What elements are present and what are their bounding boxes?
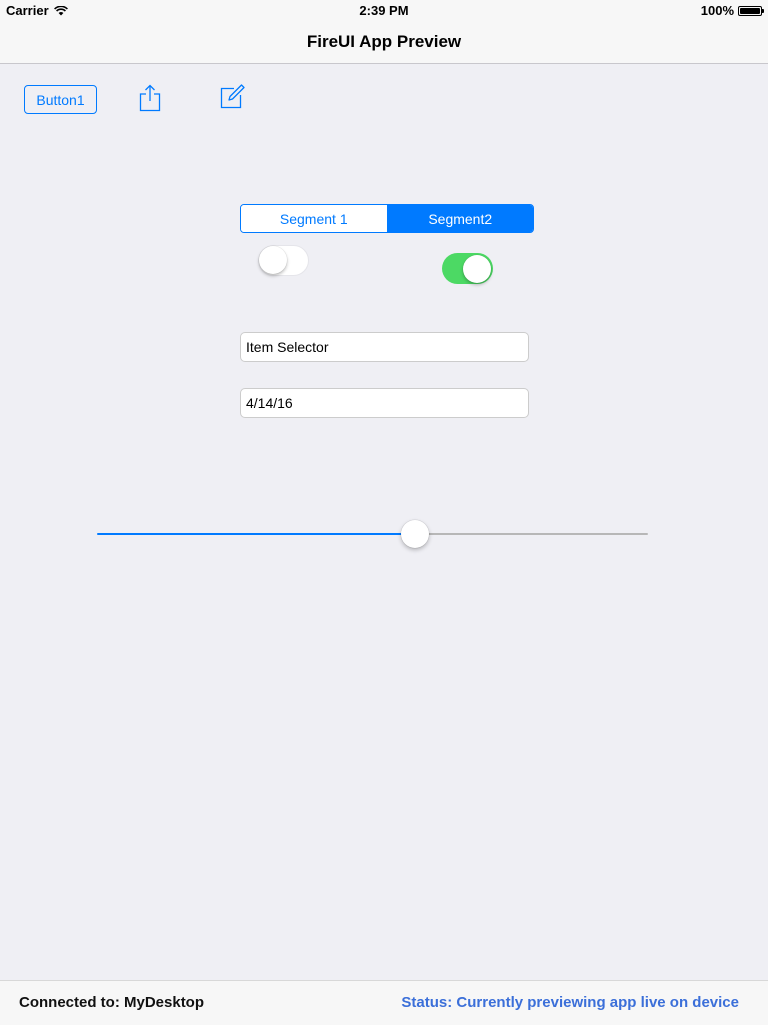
segment-1[interactable]: Segment 1 <box>241 205 387 232</box>
navigation-bar: FireUI App Preview <box>0 20 768 64</box>
compose-icon[interactable] <box>220 84 246 110</box>
item-selector-value: Item Selector <box>246 339 329 355</box>
slider[interactable] <box>97 518 648 550</box>
status-label: Status: Currently previewing app live on… <box>401 994 739 1011</box>
button1[interactable]: Button1 <box>24 85 97 114</box>
switch-on[interactable] <box>442 253 493 284</box>
clock: 2:39 PM <box>359 3 409 18</box>
item-selector-field[interactable]: Item Selector <box>240 332 529 362</box>
switch-off[interactable] <box>258 245 309 276</box>
status-bar: Carrier 2:39 PM 100% <box>0 0 768 20</box>
battery-percent: 100% <box>700 3 734 18</box>
battery-fill <box>740 7 760 14</box>
segmented-control: Segment 1 Segment2 <box>240 204 534 233</box>
page-title: FireUI App Preview <box>306 31 462 51</box>
connection-label: Connected to: MyDesktop <box>19 994 205 1011</box>
date-value: 4/14/16 <box>246 395 293 411</box>
switch-knob <box>463 254 491 283</box>
slider-thumb[interactable] <box>401 520 430 548</box>
slider-track-empty <box>415 533 648 535</box>
date-field[interactable]: 4/14/16 <box>240 388 529 418</box>
bottom-status-bar: Connected to: MyDesktop Status: Currentl… <box>0 980 768 1025</box>
share-icon[interactable] <box>139 84 161 112</box>
segment-2[interactable]: Segment2 <box>386 205 533 232</box>
switch-knob <box>259 246 287 274</box>
battery-icon <box>738 5 764 16</box>
slider-track-filled <box>97 533 416 535</box>
battery-group: 100% <box>700 3 764 18</box>
